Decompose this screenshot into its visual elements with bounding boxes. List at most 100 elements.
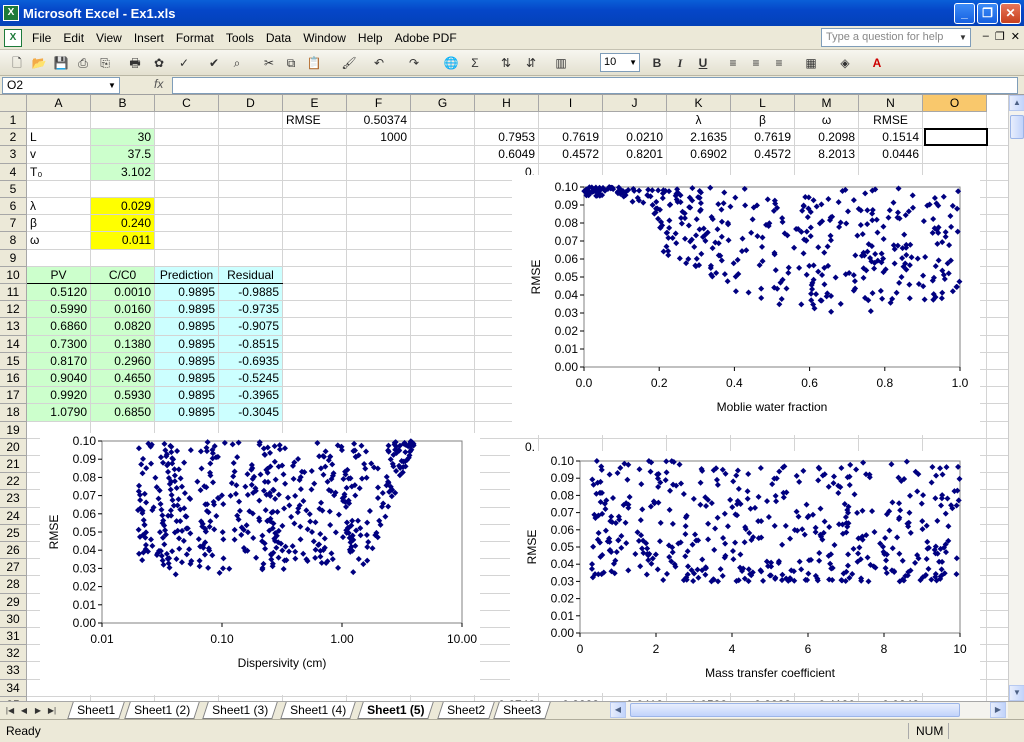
cell-a15[interactable]: 0.8170 <box>27 352 90 369</box>
cell-b13[interactable]: 0.0820 <box>91 318 154 335</box>
column-header-g[interactable]: G <box>411 95 475 112</box>
cell-d17[interactable]: -0.3965 <box>219 387 282 404</box>
print-icon[interactable]: 🖶 <box>126 54 144 72</box>
cell-h2[interactable]: 0.7953 <box>475 129 538 145</box>
cell-b8[interactable]: 0.011 <box>91 232 154 249</box>
cell-a13[interactable]: 0.6860 <box>27 318 90 335</box>
cell-k1[interactable]: λ <box>667 112 730 128</box>
chart-mass-transfer[interactable]: 0.00 0.01 0.02 0.03 0.04 0.05 0.06 0.07 0.08 0.09… <box>510 451 980 693</box>
scroll-up-icon[interactable]: ▲ <box>1009 95 1024 111</box>
row-header-8[interactable]: 8 <box>0 232 27 250</box>
doc-minimize-button[interactable]: – <box>983 30 989 43</box>
cell-f1[interactable]: 0.50374 <box>347 112 410 128</box>
cell-k2[interactable]: 2.1635 <box>667 129 730 145</box>
cell-d10[interactable]: Residual <box>219 266 282 283</box>
research-icon[interactable]: ✿ <box>150 54 168 72</box>
cell-k3[interactable]: 0.6902 <box>667 146 730 162</box>
row-header-17[interactable]: 17 <box>0 387 27 405</box>
column-header-f[interactable]: F <box>347 95 411 112</box>
menu-view[interactable]: View <box>90 31 128 45</box>
underline-button[interactable]: U <box>694 54 712 72</box>
row-header-29[interactable]: 29 <box>0 593 27 611</box>
minimize-button[interactable]: _ <box>954 3 975 24</box>
row-header-12[interactable]: 12 <box>0 301 27 319</box>
first-sheet-icon[interactable]: |◀ <box>4 704 16 718</box>
undo-icon[interactable]: ↶ <box>370 54 388 72</box>
cell-n1[interactable]: RMSE <box>859 112 922 128</box>
row-header-20[interactable]: 20 <box>0 438 27 456</box>
next-sheet-icon[interactable]: ▶ <box>32 704 44 718</box>
cell-c13[interactable]: 0.9895 <box>155 318 218 335</box>
cell-c15[interactable]: 0.9895 <box>155 352 218 369</box>
row-header-13[interactable]: 13 <box>0 318 27 336</box>
cell-a2[interactable]: L <box>27 129 90 145</box>
column-header-b[interactable]: B <box>91 95 155 112</box>
research2-icon[interactable]: ⌕ <box>228 54 246 72</box>
row-header-25[interactable]: 25 <box>0 524 27 542</box>
borders-icon[interactable]: ▦ <box>802 54 820 72</box>
vertical-scrollbar[interactable]: ▲ ▼ <box>1008 95 1024 701</box>
row-header-21[interactable]: 21 <box>0 456 27 474</box>
row-header-27[interactable]: 27 <box>0 559 27 577</box>
cell-a11[interactable]: 0.5120 <box>27 284 90 301</box>
tab-sheet3[interactable]: Sheet3 <box>493 702 551 719</box>
column-header-e[interactable]: E <box>283 95 347 112</box>
cell-d12[interactable]: -0.9735 <box>219 301 282 318</box>
row-header-1[interactable]: 1 <box>0 112 27 130</box>
sort-descending-icon[interactable]: ⇵ <box>522 54 540 72</box>
menu-format[interactable]: Format <box>170 31 220 45</box>
cell-j2[interactable]: 0.0210 <box>603 129 666 145</box>
row-header-9[interactable]: 9 <box>0 249 27 267</box>
horizontal-scroll-thumb[interactable] <box>630 703 960 717</box>
tab-sheet1-4[interactable]: Sheet1 (4) <box>280 702 356 719</box>
align-left-icon[interactable]: ≡ <box>724 54 742 72</box>
print-preview-icon[interactable]: ⎘ <box>96 54 114 72</box>
italic-button[interactable]: I <box>671 54 689 72</box>
scroll-left-icon[interactable]: ◀ <box>610 702 626 718</box>
cell-b15[interactable]: 0.2960 <box>91 352 154 369</box>
doc-close-button[interactable]: ✕ <box>1011 30 1020 43</box>
cell-c16[interactable]: 0.9895 <box>155 370 218 387</box>
close-button[interactable]: ✕ <box>1000 3 1021 24</box>
sort-ascending-icon[interactable]: ⇅ <box>497 54 515 72</box>
cell-b10[interactable]: C/C0 <box>91 266 154 283</box>
restore-button[interactable]: ❐ <box>977 3 998 24</box>
cell-b12[interactable]: 0.0160 <box>91 301 154 318</box>
chart-wizard-icon[interactable]: ▥ <box>552 54 570 72</box>
spelling-icon[interactable]: ✓ <box>175 54 193 72</box>
selected-cell-o2[interactable] <box>924 128 988 147</box>
row-header-31[interactable]: 31 <box>0 628 27 646</box>
cell-f2[interactable]: 1000 <box>347 129 410 145</box>
row-header-11[interactable]: 11 <box>0 284 27 302</box>
formula-input[interactable] <box>172 77 1018 94</box>
row-header-15[interactable]: 15 <box>0 352 27 370</box>
font-color-icon[interactable]: A <box>868 54 886 72</box>
cell-c10[interactable]: Prediction <box>155 266 218 283</box>
cell-l3[interactable]: 0.4572 <box>731 146 794 162</box>
column-header-d[interactable]: D <box>219 95 283 112</box>
cell-b2[interactable]: 30 <box>91 129 154 146</box>
row-header-30[interactable]: 30 <box>0 610 27 628</box>
row-header-16[interactable]: 16 <box>0 370 27 388</box>
cell-a3[interactable]: v <box>27 146 90 162</box>
cell-a10[interactable]: PV <box>27 266 90 283</box>
row-header-2[interactable]: 2 <box>0 129 27 147</box>
row-header-10[interactable]: 10 <box>0 266 27 284</box>
cell-a6[interactable]: λ <box>27 198 90 214</box>
cell-c17[interactable]: 0.9895 <box>155 387 218 404</box>
chart-mobile-water[interactable]: 0.00 0.01 0.02 0.03 0.04 0.05 0.06 0.07 0.08 0.09… <box>512 175 980 435</box>
cell-a18[interactable]: 1.0790 <box>27 404 90 421</box>
cell-d14[interactable]: -0.8515 <box>219 335 282 352</box>
open-icon[interactable]: 📂 <box>30 54 48 72</box>
row-header-19[interactable]: 19 <box>0 421 27 439</box>
menu-window[interactable]: Window <box>297 31 352 45</box>
doc-restore-button[interactable]: ❐ <box>995 30 1005 43</box>
last-sheet-icon[interactable]: ▶| <box>46 704 58 718</box>
cell-l2[interactable]: 0.7619 <box>731 129 794 145</box>
cell-d18[interactable]: -0.3045 <box>219 404 282 421</box>
chevron-down-icon[interactable]: ▼ <box>105 78 119 93</box>
font-size-select[interactable]: 10 ▼ <box>600 53 640 72</box>
cell-d13[interactable]: -0.9075 <box>219 318 282 335</box>
prev-sheet-icon[interactable]: ◀ <box>18 704 30 718</box>
row-header-24[interactable]: 24 <box>0 507 27 525</box>
